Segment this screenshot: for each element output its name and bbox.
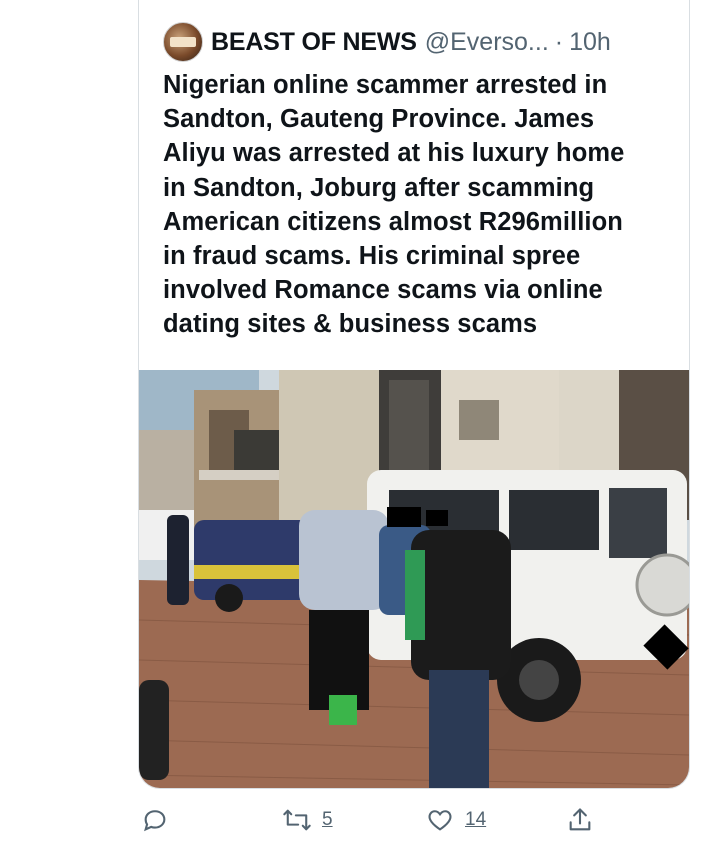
tweet-text-line: American citizens almost R296million: [163, 207, 623, 236]
tweet-text-line: Aliyu was arrested at his luxury home: [163, 139, 625, 168]
tweet-text-line: involved Romance scams via online: [163, 276, 603, 305]
author-name[interactable]: BEAST OF NEWS: [211, 28, 417, 57]
reply-icon: [144, 810, 166, 832]
like-count[interactable]: 14: [465, 809, 486, 831]
tweet-actions: 5 14: [0, 800, 720, 840]
tweet-text-line: Sandton, Gauteng Province. James: [163, 105, 595, 134]
tweet-text-line: dating sites & business scams: [163, 310, 538, 339]
tweet-photo[interactable]: [139, 370, 690, 789]
tweet-text-line: in Sandton, Joburg after scamming: [163, 173, 595, 202]
avatar[interactable]: [163, 22, 203, 62]
reply-button[interactable]: [141, 800, 169, 840]
tweet-card[interactable]: BEAST OF NEWS @Everso... · 10h Nigerian …: [138, 0, 690, 789]
timestamp[interactable]: 10h: [569, 28, 611, 57]
share-button[interactable]: [566, 800, 594, 840]
tweet-header: BEAST OF NEWS @Everso... · 10h: [163, 22, 611, 62]
tweet-text-line: in fraud scams. His criminal spree: [163, 242, 581, 271]
tweet-text-line: Nigerian online scammer arrested in: [163, 71, 608, 99]
separator-dot: ·: [554, 27, 564, 56]
retweet-icon: [283, 809, 311, 831]
tweet-text: Nigerian online scammer arrested in Sand…: [163, 68, 675, 342]
author-handle[interactable]: @Everso...: [425, 28, 549, 57]
retweet-count[interactable]: 5: [322, 809, 333, 831]
like-button[interactable]: 14: [425, 800, 486, 840]
heart-icon: [428, 810, 452, 831]
share-icon: [569, 808, 591, 831]
retweet-button[interactable]: 5: [282, 800, 333, 840]
